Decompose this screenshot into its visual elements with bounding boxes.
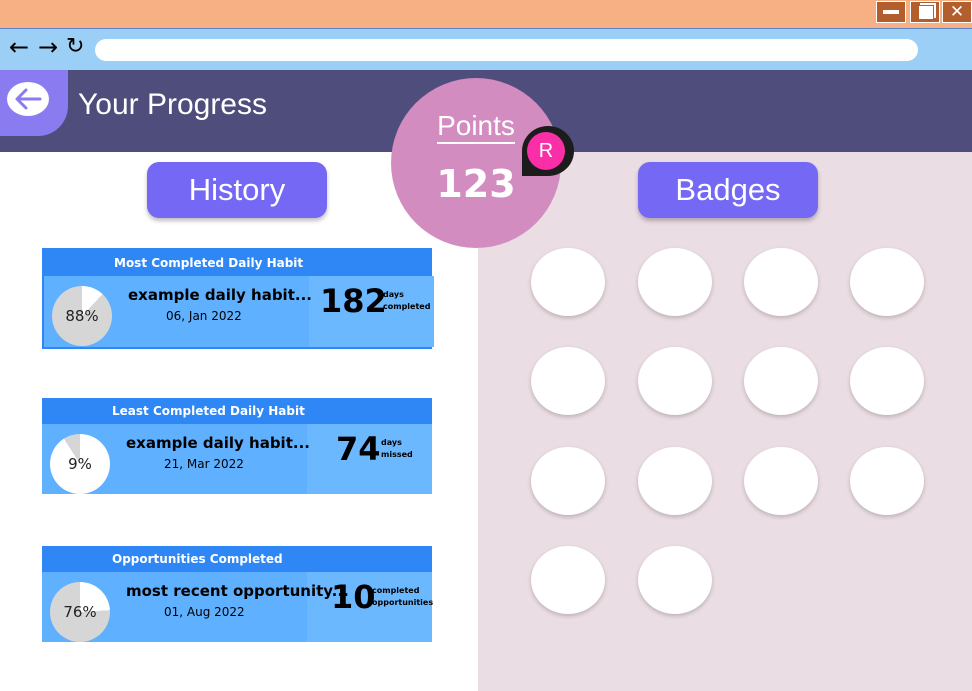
badge-slot[interactable] (531, 447, 605, 515)
badge-slot[interactable] (850, 447, 924, 515)
completion-percent: 88% (65, 307, 99, 325)
badge-slot[interactable] (850, 248, 924, 316)
badges-panel (478, 152, 972, 691)
opportunities-completed-card[interactable]: Opportunities Completed 76% most recent … (42, 546, 433, 642)
card-body: 76% most recent opportunity... 01, Aug 2… (42, 572, 433, 642)
history-button[interactable]: History (147, 162, 327, 218)
badge-slot[interactable] (850, 347, 924, 415)
browser-toolbar: ← → ↻ (0, 28, 972, 70)
unit-line-2: completed (383, 302, 431, 311)
card-heading: Least Completed Daily Habit (42, 398, 432, 424)
completion-percent: 76% (63, 603, 97, 621)
unit-line-1: days (381, 438, 402, 447)
opportunity-date: 01, Aug 2022 (164, 605, 245, 619)
card-body: 88% example daily habit... 06, Jan 2022 … (44, 276, 434, 347)
habit-date: 21, Mar 2022 (164, 457, 244, 471)
badge-slot[interactable] (744, 447, 818, 515)
card-body: 9% example daily habit... 21, Mar 2022 7… (42, 424, 432, 494)
count-unit: completed opportunities (372, 585, 433, 609)
avatar-initial: R (527, 132, 565, 170)
habit-date: 06, Jan 2022 (166, 309, 242, 323)
minimize-button[interactable] (876, 1, 906, 23)
least-completed-habit-card[interactable]: Least Completed Daily Habit 9% example d… (42, 398, 432, 494)
unit-line-2: missed (381, 450, 413, 459)
close-icon: ✕ (949, 2, 965, 22)
opportunity-name: most recent opportunity... (126, 582, 349, 600)
habit-name: example daily habit... (128, 286, 312, 304)
arrow-left-icon (15, 88, 42, 110)
forward-arrow-icon[interactable]: → (38, 33, 58, 61)
days-count: 182 (320, 282, 387, 320)
badge-slot[interactable] (531, 248, 605, 316)
unit-line-2: opportunities (372, 598, 434, 607)
back-tab[interactable] (0, 70, 68, 136)
unit-line-1: days (383, 290, 404, 299)
address-bar[interactable] (95, 39, 918, 61)
window-title-bar: ✕ (0, 0, 972, 28)
badge-slot[interactable] (638, 248, 712, 316)
count-unit: days missed (381, 437, 413, 461)
badge-slot[interactable] (638, 447, 712, 515)
badge-slot[interactable] (531, 347, 605, 415)
reload-icon[interactable]: ↻ (66, 33, 84, 61)
habit-name: example daily habit... (126, 434, 310, 452)
badges-button[interactable]: Badges (638, 162, 818, 218)
card-heading: Most Completed Daily Habit (44, 250, 430, 276)
count-unit: days completed (383, 289, 430, 313)
card-heading: Opportunities Completed (42, 546, 432, 572)
user-avatar[interactable]: R (521, 124, 577, 178)
back-button[interactable] (7, 82, 49, 116)
badge-slot[interactable] (744, 248, 818, 316)
close-button[interactable]: ✕ (942, 1, 972, 23)
unit-line-1: completed (372, 586, 420, 595)
badge-slot[interactable] (638, 546, 712, 614)
badge-slot[interactable] (744, 347, 818, 415)
opportunities-count: 10 (331, 578, 376, 616)
back-arrow-icon[interactable]: ← (9, 33, 29, 61)
badge-slot[interactable] (638, 347, 712, 415)
most-completed-habit-card[interactable]: Most Completed Daily Habit 88% example d… (42, 248, 434, 349)
page-title: Your Progress (78, 88, 267, 121)
badge-slot[interactable] (531, 546, 605, 614)
days-count: 74 (336, 430, 381, 468)
maximize-button[interactable] (910, 1, 940, 23)
completion-percent: 9% (68, 455, 92, 473)
